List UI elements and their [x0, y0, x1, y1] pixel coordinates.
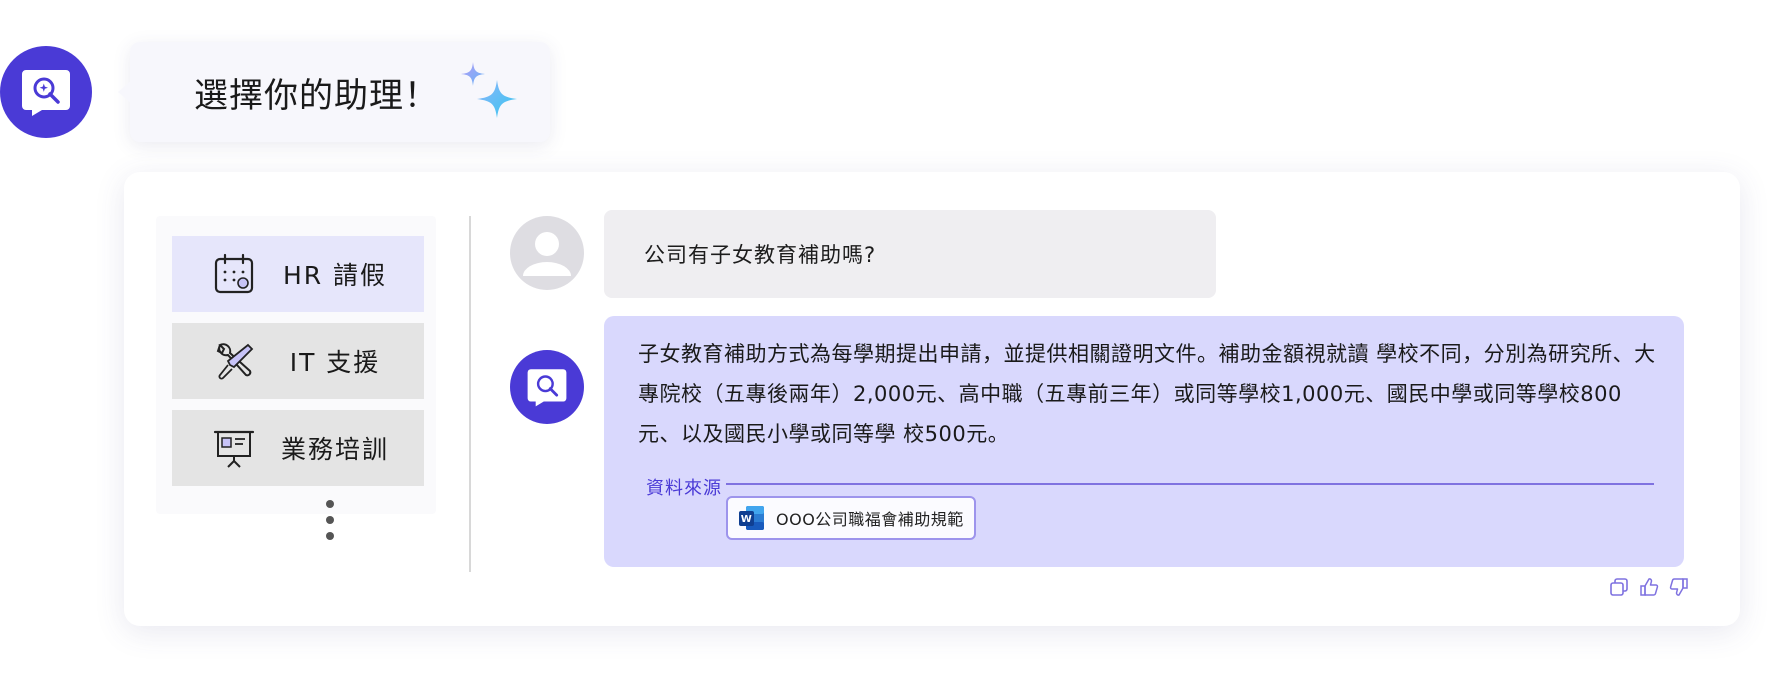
panel-divider — [469, 216, 471, 572]
user-avatar — [510, 216, 584, 290]
thumbs-down-icon[interactable] — [1668, 576, 1690, 598]
assistant-item-sales-training[interactable]: 業務培訓 — [172, 410, 424, 486]
assistant-item-it-support[interactable]: IT 支援 — [172, 323, 424, 399]
user-message-bubble: 公司有子女教育補助嗎? — [604, 210, 1216, 298]
assistant-item-hr-leave[interactable]: HR 請假 — [172, 236, 424, 312]
svg-text:W: W — [741, 514, 753, 525]
copy-icon[interactable] — [1608, 576, 1630, 598]
source-document-chip[interactable]: W OOO公司職福會補助規範 — [726, 496, 976, 540]
more-vertical-icon[interactable] — [326, 500, 334, 540]
thumbs-up-icon[interactable] — [1638, 576, 1660, 598]
wrench-screwdriver-icon — [204, 331, 264, 391]
assistant-avatar — [0, 46, 92, 138]
source-document-name: OOO公司職福會補助規範 — [776, 510, 964, 529]
calendar-icon — [204, 244, 264, 304]
bot-avatar — [510, 350, 584, 424]
bot-answer-text: 子女教育補助方式為每學期提出申請，並提供相關證明文件。補助金額視就讀 學校不同，… — [638, 342, 1656, 446]
user-icon — [523, 232, 571, 276]
word-document-icon: W — [738, 504, 766, 532]
assistant-card: HR 請假 IT 支援 業務培訓 公司有子女教育補助嗎? 子女教育補助方式為每學… — [124, 172, 1740, 626]
assistant-item-label: 業務培訓 — [280, 435, 389, 464]
assistant-item-label: HR 請假 — [282, 261, 388, 290]
source-divider — [726, 483, 1654, 485]
title-bubble: 選擇你的助理！ — [118, 42, 550, 142]
bot-message-bubble: 子女教育補助方式為每學期提出申請，並提供相關證明文件。補助金額視就讀 學校不同，… — [604, 316, 1684, 567]
page-title: 選擇你的助理！ — [194, 75, 439, 116]
sparkle-icon — [461, 62, 517, 118]
message-actions — [1608, 576, 1690, 598]
source-label: 資料來源 — [646, 478, 722, 499]
assistant-item-label: IT 支援 — [289, 348, 381, 377]
assistant-chat-icon — [527, 369, 567, 407]
presentation-board-icon — [204, 418, 264, 478]
assistant-chat-icon — [22, 70, 70, 116]
